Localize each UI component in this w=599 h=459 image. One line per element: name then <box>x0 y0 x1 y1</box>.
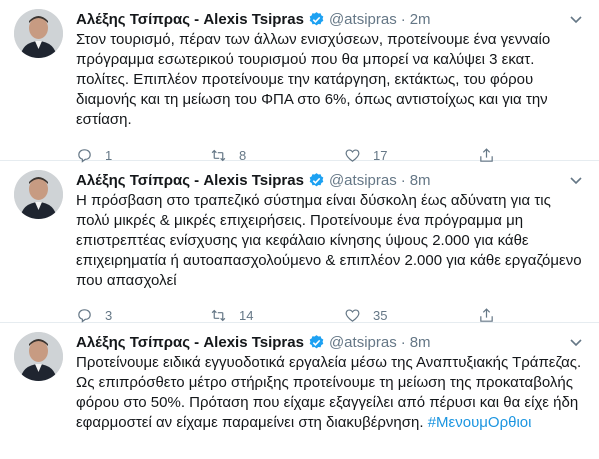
timeline-feed: Αλέξης Τσίπρας - Alexis Tsipras @atsipra… <box>0 0 599 459</box>
avatar-image <box>14 332 63 381</box>
share-icon <box>480 307 493 322</box>
reply-button[interactable]: 3 <box>76 307 210 324</box>
like-icon <box>345 308 360 322</box>
tweet[interactable]: Αλέξης Τσίπρας - Alexis Tsipras @atsipra… <box>0 323 599 459</box>
tweet-header: Αλέξης Τσίπρας - Alexis Tsipras @atsipra… <box>76 331 585 353</box>
tweet-header: Αλέξης Τσίπρας - Alexis Tsipras @atsipra… <box>76 169 585 191</box>
reply-icon <box>78 308 91 323</box>
author-name[interactable]: Αλέξης Τσίπρας - Alexis Tsipras <box>76 334 304 351</box>
avatar[interactable] <box>14 332 63 381</box>
tweet[interactable]: Αλέξης Τσίπρας - Alexis Tsipras @atsipra… <box>0 161 599 323</box>
tweet-text: Στον τουρισμό, πέραν των άλλων ενισχύσεω… <box>76 31 555 128</box>
avatar-image <box>14 9 63 58</box>
separator: · <box>400 10 406 28</box>
tweet-header: Αλέξης Τσίπρας - Alexis Tsipras @atsipra… <box>76 8 585 30</box>
tweet-text: Προτείνουμε ειδικά εγγυοδοτικά εργαλεία … <box>76 353 585 433</box>
avatar-image <box>14 170 63 219</box>
tweet[interactable]: Αλέξης Τσίπρας - Alexis Tsipras @atsipra… <box>0 0 599 163</box>
author-name[interactable]: Αλέξης Τσίπρας - Alexis Tsipras <box>76 172 304 189</box>
hashtag-link[interactable]: #ΜενουμΟρθιοι <box>428 414 532 431</box>
chevron-down-icon[interactable] <box>569 173 583 187</box>
timestamp[interactable]: 2m <box>410 11 431 28</box>
retweet-button[interactable]: 14 <box>210 307 344 324</box>
verified-badge-icon <box>309 334 324 348</box>
author-name[interactable]: Αλέξης Τσίπρας - Alexis Tsipras <box>76 11 304 28</box>
reply-count: 3 <box>105 307 113 323</box>
retweet-count: 14 <box>239 307 254 323</box>
author-handle[interactable]: @atsipras <box>329 11 397 28</box>
share-button[interactable] <box>478 307 507 324</box>
verified-badge-icon <box>309 11 324 25</box>
chevron-down-icon[interactable] <box>569 335 583 349</box>
separator: · <box>400 333 406 351</box>
separator: · <box>400 171 406 189</box>
avatar[interactable] <box>14 170 63 219</box>
verified-badge-icon <box>309 172 324 186</box>
timestamp[interactable]: 8m <box>410 172 431 189</box>
avatar[interactable] <box>14 9 63 58</box>
like-button[interactable]: 35 <box>344 307 478 324</box>
author-handle[interactable]: @atsipras <box>329 172 397 189</box>
chevron-down-icon[interactable] <box>569 12 583 26</box>
retweet-icon <box>211 309 226 321</box>
like-count: 35 <box>373 307 388 323</box>
timestamp[interactable]: 8m <box>410 334 431 351</box>
author-handle[interactable]: @atsipras <box>329 334 397 351</box>
tweet-text: Η πρόσβαση στο τραπεζικό σύστημα είναι δ… <box>76 192 586 289</box>
